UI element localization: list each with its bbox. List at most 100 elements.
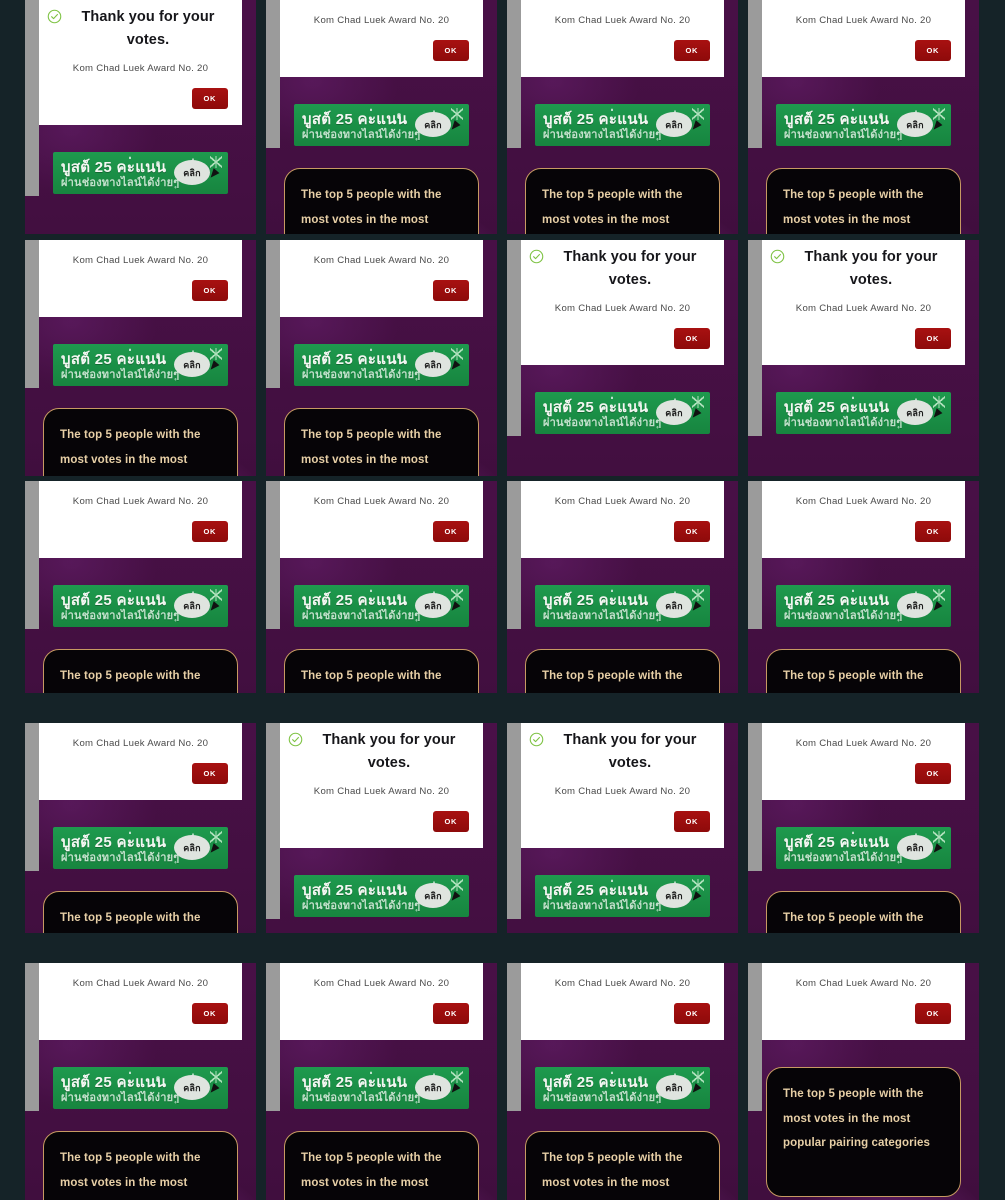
- promo-click-bubble[interactable]: คลิก: [656, 112, 692, 137]
- top-voters-info-box: The top 5 people with the most votes in …: [525, 1131, 720, 1200]
- screenshot-tile[interactable]: Thank you for your votes. Kom Chad Luek A…: [266, 481, 497, 693]
- top-voters-info-box: The top 5 people with the most votes in …: [766, 891, 961, 933]
- ok-button[interactable]: OK: [673, 39, 710, 62]
- screenshot-tile[interactable]: Thank you for your votes. Kom Chad Luek A…: [748, 963, 979, 1200]
- screenshot-tile[interactable]: Thank you for your votes. Kom Chad Luek A…: [748, 723, 979, 933]
- screenshot-tile[interactable]: Thank you for your votes. Kom Chad Luek A…: [25, 0, 256, 234]
- screenshot-tile[interactable]: Thank you for your votes. Kom Chad Luek A…: [507, 240, 738, 476]
- promo-click-bubble[interactable]: คลิก: [415, 883, 451, 908]
- promo-line-2: ผ่านช่องทางไลน์ได้ง่ายๆ: [61, 1092, 180, 1104]
- promo-click-bubble[interactable]: คลิก: [415, 112, 451, 137]
- screenshot-tile[interactable]: Thank you for your votes. Kom Chad Luek A…: [748, 0, 979, 234]
- promo-click-bubble[interactable]: คลิก: [656, 593, 692, 618]
- promo-banner[interactable]: บูสต์ 25 คะแนน ผ่านช่องทางไลน์ได้ง่ายๆ คลิ…: [294, 344, 469, 386]
- top-voters-info-box: The top 5 people with the most votes in …: [525, 168, 720, 234]
- page-scroll-strip: [507, 963, 521, 1111]
- promo-banner[interactable]: บูสต์ 25 คะแนน ผ่านช่องทางไลน์ได้ง่ายๆ คลิ…: [776, 827, 951, 869]
- thank-you-dialog: Thank you for your votes. Kom Chad Luek A…: [280, 963, 483, 1041]
- promo-click-bubble[interactable]: คลิก: [174, 593, 210, 618]
- screenshot-tile[interactable]: Thank you for your votes. Kom Chad Luek A…: [25, 723, 256, 933]
- promo-banner[interactable]: บูสต์ 25 คะแนน ผ่านช่องทางไลน์ได้ง่ายๆ คลิ…: [294, 1067, 469, 1109]
- screenshot-tile[interactable]: Thank you for your votes. Kom Chad Luek A…: [507, 963, 738, 1200]
- phone-viewport: Thank you for your votes. Kom Chad Luek A…: [266, 963, 497, 1200]
- thank-you-dialog: Thank you for your votes. Kom Chad Luek A…: [521, 0, 724, 78]
- screenshot-tile[interactable]: Thank you for your votes. Kom Chad Luek A…: [25, 963, 256, 1200]
- promo-line-2: ผ่านช่องทางไลน์ได้ง่ายๆ: [302, 129, 421, 141]
- promo-click-bubble[interactable]: คลิก: [174, 835, 210, 860]
- promo-click-bubble[interactable]: คลิก: [656, 883, 692, 908]
- promo-banner[interactable]: บูสต์ 25 คะแนน ผ่านช่องทางไลน์ได้ง่ายๆ คลิ…: [776, 585, 951, 627]
- top-voters-info-text: The top 5 people with the most votes in …: [60, 670, 201, 682]
- screenshot-tile[interactable]: Thank you for your votes. Kom Chad Luek A…: [266, 723, 497, 933]
- promo-click-bubble[interactable]: คลิก: [897, 112, 933, 137]
- ok-button[interactable]: OK: [914, 520, 951, 543]
- ok-button[interactable]: OK: [914, 762, 951, 785]
- dialog-title: Thank you for your votes.: [563, 732, 697, 772]
- promo-click-bubble[interactable]: คลิก: [656, 1075, 692, 1100]
- ok-button[interactable]: OK: [191, 279, 228, 302]
- screenshot-tile[interactable]: Thank you for your votes. Kom Chad Luek A…: [748, 240, 979, 476]
- ok-button[interactable]: OK: [673, 327, 710, 350]
- promo-click-bubble[interactable]: คลิก: [174, 1075, 210, 1100]
- ok-button[interactable]: OK: [191, 520, 228, 543]
- ok-button[interactable]: OK: [432, 39, 469, 62]
- dialog-header: Thank you for your votes.: [521, 481, 724, 486]
- screenshot-tile[interactable]: Thank you for your votes. Kom Chad Luek A…: [266, 240, 497, 476]
- screenshot-tile[interactable]: Thank you for your votes. Kom Chad Luek A…: [266, 0, 497, 234]
- promo-banner[interactable]: บูสต์ 25 คะแนน ผ่านช่องทางไลน์ได้ง่ายๆ คลิ…: [53, 152, 228, 194]
- screenshot-tile[interactable]: Thank you for your votes. Kom Chad Luek A…: [507, 723, 738, 933]
- promo-click-bubble[interactable]: คลิก: [415, 1075, 451, 1100]
- promo-click-bubble[interactable]: คลิก: [415, 352, 451, 377]
- screenshot-tile[interactable]: Thank you for your votes. Kom Chad Luek A…: [266, 963, 497, 1200]
- ok-button[interactable]: OK: [432, 520, 469, 543]
- promo-click-bubble[interactable]: คลิก: [897, 835, 933, 860]
- promo-banner[interactable]: บูสต์ 25 คะแนน ผ่านช่องทางไลน์ได้ง่ายๆ คลิ…: [294, 585, 469, 627]
- promo-banner[interactable]: บูสต์ 25 คะแนน ผ่านช่องทางไลน์ได้ง่ายๆ คลิ…: [535, 875, 710, 917]
- dialog-subtitle: Kom Chad Luek Award No. 20: [72, 62, 209, 74]
- promo-banner[interactable]: บูสต์ 25 คะแนน ผ่านช่องทางไลน์ได้ง่ายๆ คลิ…: [53, 827, 228, 869]
- page-scroll-strip: [748, 0, 762, 148]
- promo-banner[interactable]: บูสต์ 25 คะแนน ผ่านช่องทางไลน์ได้ง่ายๆ คลิ…: [776, 392, 951, 434]
- dialog-subtitle: Kom Chad Luek Award No. 20: [554, 785, 691, 797]
- page-scroll-strip: [266, 240, 280, 388]
- promo-click-bubble[interactable]: คลิก: [415, 593, 451, 618]
- screenshot-tile[interactable]: Thank you for your votes. Kom Chad Luek A…: [748, 481, 979, 693]
- promo-banner[interactable]: บูสต์ 25 คะแนน ผ่านช่องทางไลน์ได้ง่ายๆ คลิ…: [53, 1067, 228, 1109]
- promo-click-bubble[interactable]: คลิก: [897, 400, 933, 425]
- ok-button[interactable]: OK: [432, 1002, 469, 1025]
- promo-click-bubble[interactable]: คลิก: [897, 593, 933, 618]
- promo-banner[interactable]: บูสต์ 25 คะแนน ผ่านช่องทางไลน์ได้ง่ายๆ คลิ…: [535, 392, 710, 434]
- dialog-header: Thank you for your votes.: [280, 0, 483, 5]
- promo-banner[interactable]: บูสต์ 25 คะแนน ผ่านช่องทางไลน์ได้ง่ายๆ คลิ…: [535, 104, 710, 146]
- promo-banner[interactable]: บูสต์ 25 คะแนน ผ่านช่องทางไลน์ได้ง่ายๆ คลิ…: [53, 344, 228, 386]
- ok-button[interactable]: OK: [673, 520, 710, 543]
- screenshot-tile[interactable]: Thank you for your votes. Kom Chad Luek A…: [25, 481, 256, 693]
- ok-button[interactable]: OK: [191, 1002, 228, 1025]
- screenshot-tile[interactable]: Thank you for your votes. Kom Chad Luek A…: [25, 240, 256, 476]
- ok-button[interactable]: OK: [432, 279, 469, 302]
- screenshot-tile[interactable]: Thank you for your votes. Kom Chad Luek A…: [507, 481, 738, 693]
- ok-button[interactable]: OK: [914, 39, 951, 62]
- ok-button[interactable]: OK: [191, 87, 228, 110]
- screenshot-tile[interactable]: Thank you for your votes. Kom Chad Luek A…: [507, 0, 738, 234]
- promo-banner[interactable]: บูสต์ 25 คะแนน ผ่านช่องทางไลน์ได้ง่ายๆ คลิ…: [294, 875, 469, 917]
- promo-banner[interactable]: บูสต์ 25 คะแนน ผ่านช่องทางไลน์ได้ง่ายๆ คลิ…: [535, 1067, 710, 1109]
- ok-button[interactable]: OK: [673, 810, 710, 833]
- ok-button[interactable]: OK: [191, 762, 228, 785]
- promo-banner[interactable]: บูสต์ 25 คะแนน ผ่านช่องทางไลน์ได้ง่ายๆ คลิ…: [535, 585, 710, 627]
- phone-viewport: Thank you for your votes. Kom Chad Luek A…: [25, 963, 256, 1200]
- dialog-actions: OK: [39, 74, 242, 126]
- ok-button[interactable]: OK: [914, 1002, 951, 1025]
- promo-click-bubble[interactable]: คลิก: [174, 160, 210, 185]
- ok-button[interactable]: OK: [673, 1002, 710, 1025]
- promo-click-bubble[interactable]: คลิก: [174, 352, 210, 377]
- ok-button[interactable]: OK: [432, 810, 469, 833]
- promo-banner[interactable]: บูสต์ 25 คะแนน ผ่านช่องทางไลน์ได้ง่ายๆ คลิ…: [53, 585, 228, 627]
- promo-banner[interactable]: บูสต์ 25 คะแนน ผ่านช่องทางไลน์ได้ง่ายๆ คลิ…: [776, 104, 951, 146]
- dialog-actions: OK: [521, 26, 724, 78]
- dialog-subtitle: Kom Chad Luek Award No. 20: [795, 302, 932, 314]
- promo-banner[interactable]: บูสต์ 25 คะแนน ผ่านช่องทางไลน์ได้ง่ายๆ คลิ…: [294, 104, 469, 146]
- ok-button[interactable]: OK: [914, 327, 951, 350]
- promo-click-bubble[interactable]: คลิก: [656, 400, 692, 425]
- top-voters-info-text: The top 5 people with the most votes in …: [60, 1152, 201, 1189]
